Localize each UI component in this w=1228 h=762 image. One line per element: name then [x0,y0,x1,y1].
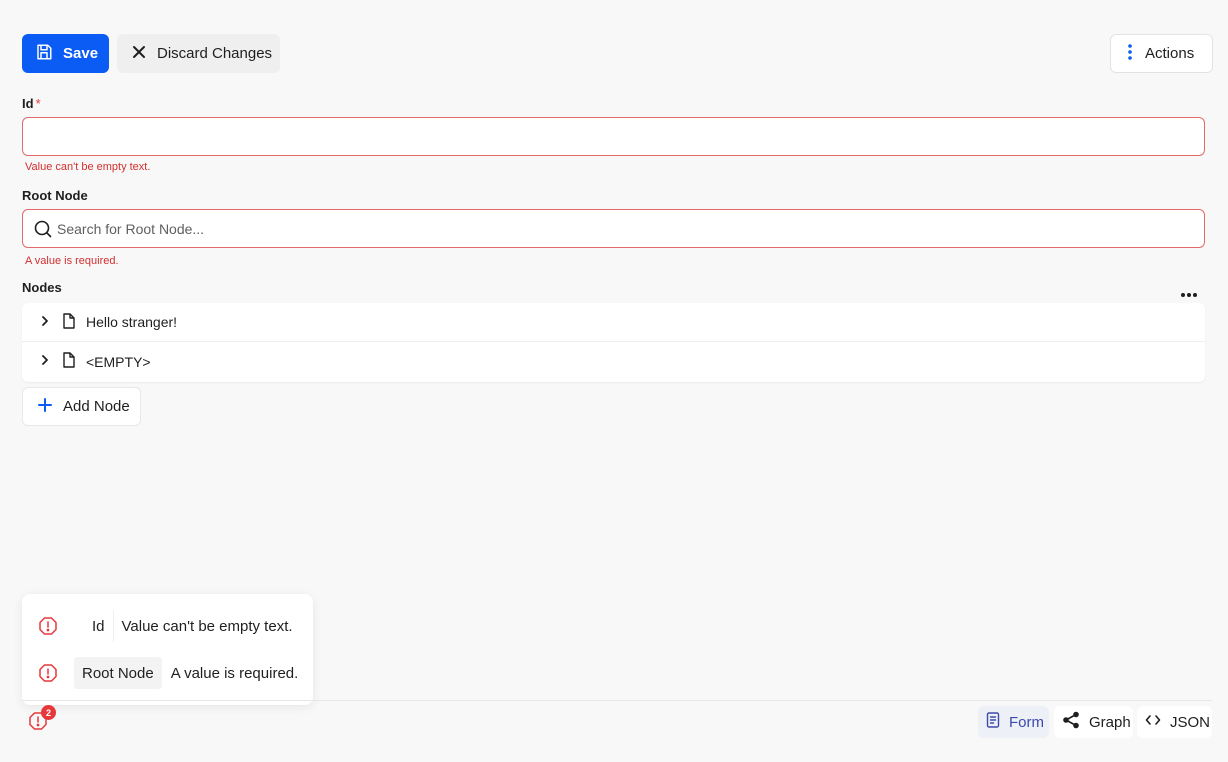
view-tab-graph[interactable]: Graph [1054,706,1133,738]
form-icon [986,712,1000,732]
save-button[interactable]: Save [22,34,109,73]
more-horizontal-icon[interactable] [1180,285,1198,303]
nodes-list: Hello stranger! <EMPTY> [22,303,1205,382]
file-icon [62,312,76,332]
save-label: Save [63,45,99,62]
close-icon [131,44,147,64]
floppy-disk-icon [35,43,53,65]
id-error-text: Value can't be empty text. [25,161,151,173]
share-icon [1062,711,1080,733]
node-label: Hello stranger! [86,314,178,330]
discard-label: Discard Changes [157,45,273,62]
error-field-link-root-node[interactable]: Root Node [74,657,162,689]
error-octagon-icon [38,663,58,683]
code-icon [1145,713,1161,731]
view-tab-json[interactable]: JSON [1137,706,1212,738]
chevron-right-icon[interactable] [38,353,52,370]
add-node-button[interactable]: Add Node [22,387,141,426]
error-field-link-id[interactable]: Id [84,610,114,642]
root-node-error-text: A value is required. [25,255,119,267]
required-marker: * [35,96,41,111]
view-tab-label: Form [1009,713,1044,731]
node-label: <EMPTY> [86,353,151,370]
file-icon [62,352,76,371]
chevron-right-icon[interactable] [38,314,52,331]
discard-changes-button[interactable]: Discard Changes [117,34,280,73]
id-label-text: Id [22,96,34,111]
validation-errors-popup: Id Value can't be empty text. Root Node … [22,594,313,705]
error-item-id: Id Value can't be empty text. [22,610,293,642]
view-tab-label: JSON [1170,713,1211,731]
error-octagon-icon [38,616,58,636]
view-tab-form[interactable]: Form [978,706,1049,738]
root-node-search-input[interactable] [23,210,1204,247]
root-node-label: Root Node [22,188,88,203]
error-message: A value is required. [170,664,299,682]
vertical-dots-icon [1127,43,1133,65]
id-label: Id * [22,96,41,111]
search-icon [34,220,52,243]
view-tab-label: Graph [1089,713,1131,731]
node-item-empty[interactable]: <EMPTY> [22,342,1205,381]
error-item-root-node: Root Node A value is required. [22,657,298,689]
plus-icon [37,397,53,417]
footer-divider [22,700,1212,701]
root-node-field-wrapper [22,209,1205,248]
error-message: Value can't be empty text. [121,617,293,635]
add-node-label: Add Node [63,398,130,415]
nodes-label: Nodes [22,280,62,295]
node-item-hello-stranger[interactable]: Hello stranger! [22,303,1205,342]
actions-label: Actions [1145,45,1195,62]
actions-button[interactable]: Actions [1110,34,1213,73]
id-field-wrapper [22,117,1205,156]
id-input[interactable] [23,118,1204,155]
error-count-badge: 2 [41,705,56,720]
